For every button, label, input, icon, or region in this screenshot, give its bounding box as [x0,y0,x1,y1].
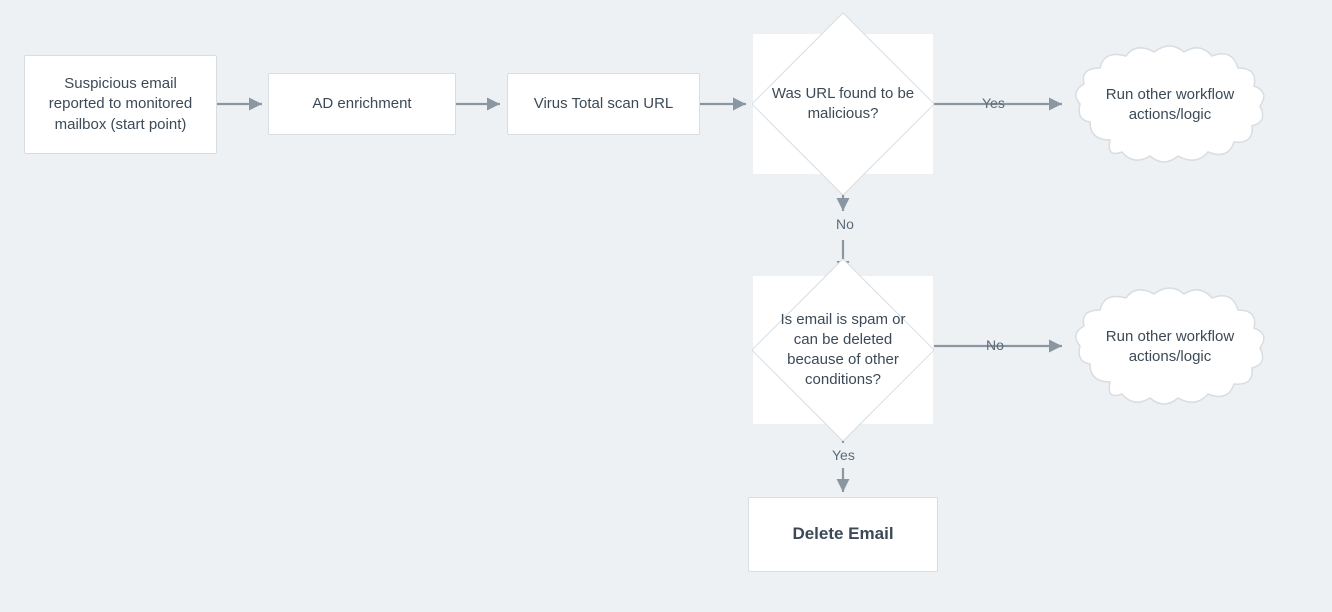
node-ad-enrichment: AD enrichment [268,73,456,135]
edge-label-no-1: No [834,216,856,232]
node-start: Suspicious email reported to monitored m… [24,55,217,154]
node-virustotal-scan: Virus Total scan URL [507,73,700,135]
node-delete-email-label: Delete Email [792,523,893,546]
node-virustotal-scan-label: Virus Total scan URL [534,94,674,114]
decision-url-malicious: Was URL found to be malicious? [753,34,933,174]
edge-label-no-2: No [984,337,1006,353]
node-start-label: Suspicious email reported to monitored m… [39,74,202,135]
cloud-other-workflow-1: Run other workflow actions/logic [1070,40,1270,170]
cloud-other-workflow-2-label: Run other workflow actions/logic [1090,327,1250,368]
cloud-other-workflow-2: Run other workflow actions/logic [1070,282,1270,412]
edge-label-yes-1: Yes [980,95,1007,111]
flowchart-canvas: Suspicious email reported to monitored m… [0,0,1332,612]
node-ad-enrichment-label: AD enrichment [312,94,411,114]
decision-spam-check: Is email is spam or can be deleted becau… [753,276,933,424]
node-delete-email: Delete Email [748,497,938,572]
cloud-other-workflow-1-label: Run other workflow actions/logic [1090,85,1250,126]
decision-spam-check-label: Is email is spam or can be deleted becau… [768,310,918,391]
decision-url-malicious-label: Was URL found to be malicious? [768,84,918,125]
edge-label-yes-2: Yes [830,447,857,463]
